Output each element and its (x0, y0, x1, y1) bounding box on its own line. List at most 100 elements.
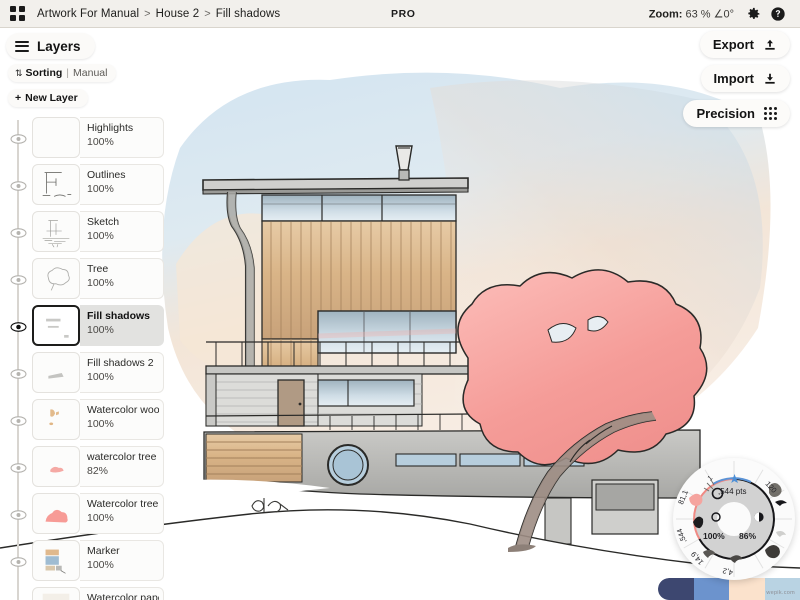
visibility-eye-icon[interactable] (10, 555, 27, 567)
layer-opacity[interactable]: 100% (87, 511, 159, 525)
new-layer-button[interactable]: + New Layer (8, 89, 88, 107)
hamburger-icon[interactable] (15, 40, 29, 52)
zoom-value: 63 % (685, 8, 711, 20)
upload-icon (765, 39, 775, 50)
sorting-control[interactable]: ⇅ Sorting | Manual (8, 64, 117, 82)
breadcrumb: Artwork For Manual > House 2 > Fill shad… (37, 8, 280, 20)
layer-row[interactable]: Watercolor paper 100% (0, 584, 178, 600)
dot-grid-icon (764, 107, 777, 120)
layer-list[interactable]: Highlights 100% Outlines 100% Sketch 100… (0, 114, 178, 600)
radial-label-1: 1 (707, 475, 715, 483)
color-swatch-1[interactable] (658, 578, 694, 600)
visibility-eye-icon[interactable] (10, 320, 27, 332)
layer-card[interactable]: Watercolor tree ... 100% (32, 493, 164, 534)
apps-grid-icon[interactable] (10, 6, 25, 21)
layer-meta: Fill shadows 100% (80, 305, 164, 346)
layer-thumbnail[interactable] (32, 352, 80, 393)
zoom-readout[interactable]: Zoom: 63 % ∠0° (649, 7, 734, 20)
layer-row[interactable]: Watercolor wood 100% (0, 396, 178, 443)
layer-opacity[interactable]: 100% (87, 135, 159, 149)
layer-opacity[interactable]: 100% (87, 276, 159, 290)
radial-label-42: 4,2 (722, 566, 734, 577)
visibility-eye-icon[interactable] (10, 226, 27, 238)
radial-points-value: ,544 pts (718, 487, 747, 496)
layer-opacity[interactable]: 100% (87, 558, 159, 572)
layer-row[interactable]: Sketch 100% (0, 208, 178, 255)
breadcrumb-item-file[interactable]: House 2 (156, 8, 200, 20)
gear-icon[interactable] (746, 6, 762, 22)
layer-name: Fill shadows (87, 310, 151, 322)
layer-card[interactable]: Sketch 100% (32, 211, 164, 252)
zoom-label: Zoom: (648, 8, 683, 20)
top-toolbar: Artwork For Manual > House 2 > Fill shad… (0, 0, 800, 28)
radial-label-544: ,544 (675, 527, 688, 544)
layer-row[interactable]: Fill shadows 2 100% (0, 349, 178, 396)
visibility-eye-icon[interactable] (10, 461, 27, 473)
layer-thumbnail[interactable] (32, 587, 80, 600)
layer-card[interactable]: Marker 100% (32, 540, 164, 581)
layer-row[interactable]: Watercolor tree ... 100% (0, 490, 178, 537)
layer-name: Fill shadows 2 (87, 357, 154, 369)
help-circle-icon[interactable] (770, 6, 786, 22)
layer-card[interactable]: Fill shadows 2 100% (32, 352, 164, 393)
precision-label: Precision (696, 106, 755, 121)
layers-panel-title: Layers (37, 38, 81, 54)
layer-card[interactable]: Watercolor wood 100% (32, 399, 164, 440)
layer-meta: Sketch 100% (80, 211, 164, 252)
radial-tool-menu[interactable]: 1 120 81,1 ,544 14,9 4,2 ,544 pts 100% 8… (673, 458, 795, 580)
radial-menu-graphics[interactable]: 1 120 81,1 ,544 14,9 4,2 (673, 458, 795, 580)
layer-card[interactable]: Fill shadows 100% (32, 305, 164, 346)
layer-thumbnail[interactable] (32, 305, 80, 346)
layer-card[interactable]: Watercolor paper 100% (32, 587, 164, 600)
visibility-eye-icon[interactable] (10, 367, 27, 379)
layer-opacity[interactable]: 100% (87, 370, 159, 384)
breadcrumb-separator: > (144, 7, 151, 20)
layer-thumbnail[interactable] (32, 211, 80, 252)
visibility-eye-icon[interactable] (10, 273, 27, 285)
layer-opacity[interactable]: 100% (87, 417, 159, 431)
export-button[interactable]: Export (699, 31, 790, 58)
layer-name: watercolor tree ... (87, 451, 159, 463)
layer-meta: Marker 100% (80, 540, 164, 581)
breadcrumb-item-project[interactable]: Artwork For Manual (37, 8, 139, 20)
layer-thumbnail[interactable] (32, 258, 80, 299)
precision-button[interactable]: Precision (683, 100, 790, 127)
layer-thumbnail[interactable] (32, 399, 80, 440)
color-swatch-4[interactable] (764, 578, 800, 600)
layer-thumbnail[interactable] (32, 540, 80, 581)
layer-opacity[interactable]: 100% (87, 323, 159, 337)
breadcrumb-item-layer[interactable]: Fill shadows (216, 8, 280, 20)
layer-opacity[interactable]: 100% (87, 229, 159, 243)
layer-thumbnail[interactable] (32, 446, 80, 487)
layer-row[interactable]: Outlines 100% (0, 161, 178, 208)
import-button[interactable]: Import (700, 65, 790, 92)
layer-row[interactable]: watercolor tree ... 82% (0, 443, 178, 490)
layer-meta: Watercolor paper 100% (80, 587, 164, 600)
layer-name: Watercolor tree ... (87, 498, 159, 510)
layer-row-selected[interactable]: Fill shadows 100% (0, 302, 178, 349)
import-label: Import (713, 71, 754, 86)
radial-label-811: 81,1 (676, 489, 690, 506)
layer-card[interactable]: watercolor tree ... 82% (32, 446, 164, 487)
export-label: Export (712, 37, 754, 52)
layer-card[interactable]: Outlines 100% (32, 164, 164, 205)
color-swatch-2[interactable] (693, 578, 729, 600)
layer-card[interactable]: Highlights 100% (32, 117, 164, 158)
layers-panel-header[interactable]: Layers (6, 33, 95, 59)
color-swatch-3[interactable] (729, 578, 765, 600)
layer-row[interactable]: Highlights 100% (0, 114, 178, 161)
layer-thumbnail[interactable] (32, 164, 80, 205)
visibility-eye-icon[interactable] (10, 508, 27, 520)
layer-name: Watercolor paper (87, 592, 159, 600)
layer-thumbnail[interactable] (32, 117, 80, 158)
visibility-eye-icon[interactable] (10, 132, 27, 144)
color-palette-bar[interactable] (658, 578, 800, 600)
visibility-eye-icon[interactable] (10, 179, 27, 191)
layer-card[interactable]: Tree 100% (32, 258, 164, 299)
layer-opacity[interactable]: 100% (87, 182, 159, 196)
layer-row[interactable]: Tree 100% (0, 255, 178, 302)
visibility-eye-icon[interactable] (10, 414, 27, 426)
layer-thumbnail[interactable] (32, 493, 80, 534)
layer-opacity[interactable]: 82% (87, 464, 159, 478)
layer-row[interactable]: Marker 100% (0, 537, 178, 584)
